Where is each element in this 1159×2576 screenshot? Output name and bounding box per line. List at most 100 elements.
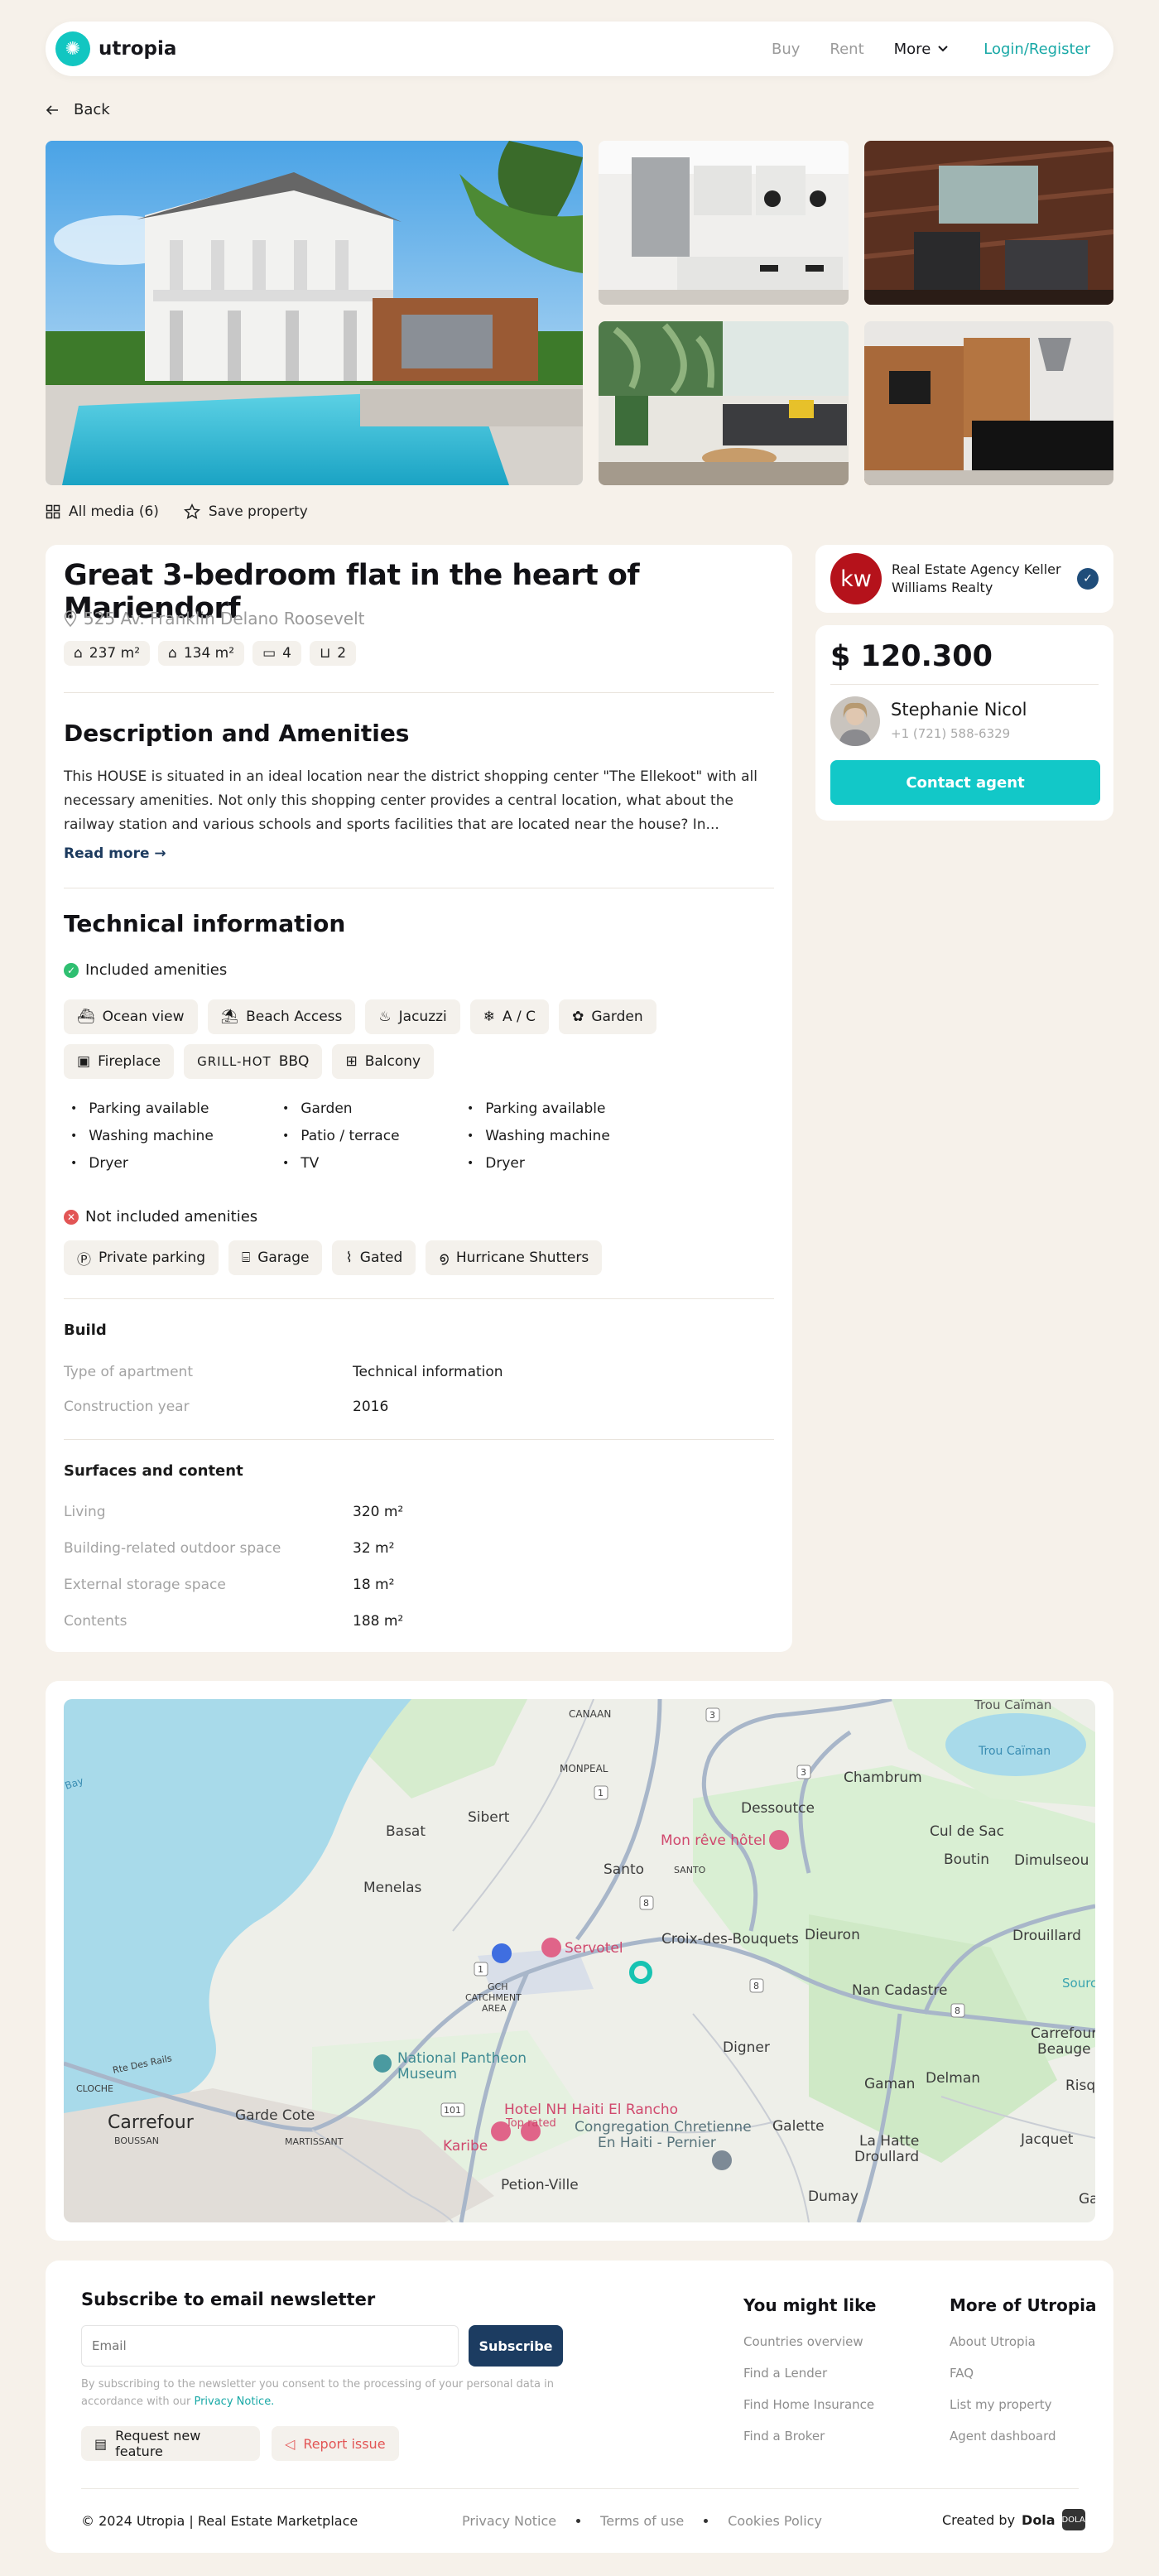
login-register-link[interactable]: Login/Register [983,41,1090,58]
svg-text:Carrefour: Carrefour [1031,2025,1095,2042]
footer-link[interactable]: Countries overview [743,2334,876,2366]
svg-text:BOUSSAN: BOUSSAN [114,2135,159,2146]
svg-text:Hotel NH Haiti El Rancho: Hotel NH Haiti El Rancho [504,2102,678,2118]
divider [64,692,774,693]
svg-text:Boutin: Boutin [944,1851,989,1868]
footer-link[interactable]: Find Home Insurance [743,2397,876,2429]
photo-living-room-wood[interactable] [864,141,1113,305]
svg-text:Cul de Sac: Cul de Sac [930,1823,1004,1840]
terms-of-use-link[interactable]: Terms of use [600,2513,684,2529]
property-address: 525 Av. Franklin Delano Roosevelt [64,609,365,628]
top-navigation-bar: ✺ utropia Buy Rent More Login/Register [46,22,1113,76]
svg-text:Mon rêve hôtel: Mon rêve hôtel [661,1832,766,1849]
list-item: Dryer [460,1152,709,1174]
arrow-right-icon: → [154,845,166,862]
newsletter-consent-note: By subscribing to the newsletter you con… [81,2378,554,2408]
list-item: Dryer [64,1152,276,1174]
footer-link[interactable]: Find a Broker [743,2429,876,2460]
footer-link[interactable]: About Utropia [950,2334,1097,2366]
svg-text:Gaman: Gaman [864,2076,915,2092]
photo-kitchen-white[interactable] [599,141,849,305]
divider [64,1439,774,1440]
svg-text:3: 3 [709,1710,715,1721]
agency-logo: kw [830,553,882,604]
svg-text:8: 8 [753,1981,759,1991]
property-price: $ 120.300 [830,640,993,673]
agency-card[interactable]: kw Real Estate Agency Keller Williams Re… [815,545,1113,613]
logo-text: utropia [99,38,177,60]
cookies-policy-link[interactable]: Cookies Policy [728,2513,822,2529]
property-stats: ⌂ 237 m² ⌂ 134 m² ▭ 4 ⊔ 2 [64,641,357,666]
stat-lot-size: ⌂ 237 m² [64,641,151,666]
list-item: Parking available [64,1097,276,1119]
garage-icon: ⌸ [242,1249,251,1266]
svg-text:8: 8 [643,1898,649,1909]
stat-bedrooms: ▭ 4 [252,641,301,666]
svg-text:Trou Caïman: Trou Caïman [974,1699,1051,1712]
photo-house-exterior[interactable] [46,141,583,485]
svg-text:Croix-des-Bouquets: Croix-des-Bouquets [661,1931,799,1948]
amenity-private-parking: Ⓟ Private parking [64,1240,219,1275]
svg-text:Santo: Santo [604,1861,644,1878]
balcony-icon: ⊞ [345,1053,358,1070]
footer-link[interactable]: Agent dashboard [950,2429,1097,2460]
dola-logo-icon: DOLA [1061,2509,1085,2530]
amenity-ocean-view: ⛴ Ocean view [64,999,198,1034]
report-issue-button[interactable]: ◁ Report issue [272,2426,399,2461]
save-property-button[interactable]: Save property [183,503,308,520]
x-circle-icon: ✕ [64,1209,79,1225]
svg-text:GCH: GCH [488,1981,507,1992]
svg-text:CANAAN: CANAAN [569,1708,611,1720]
star-icon [183,503,200,520]
logo[interactable]: ✺ utropia [55,31,176,66]
svg-text:Digner: Digner [723,2039,770,2056]
contact-agent-button[interactable]: Contact agent [830,760,1100,805]
footer-link[interactable]: List my property [950,2397,1097,2429]
svg-text:Carrefour: Carrefour [108,2112,195,2133]
included-amenities-heading: ✓ Included amenities [64,961,227,979]
all-media-button[interactable]: All media (6) [46,503,159,520]
footer-link[interactable]: FAQ [950,2366,1097,2397]
air-conditioner-icon: ❄ [483,1009,496,1025]
privacy-notice-link[interactable]: Privacy Notice. [194,2395,274,2408]
svg-text:Risq: Risq [1065,2078,1095,2094]
read-more-link[interactable]: Read more → [64,845,166,862]
subscribe-button[interactable]: Subscribe [469,2325,563,2367]
location-map[interactable]: 3 3 1 8 8 8 1 101 Trou Caïman Trou Caïma… [64,1699,1095,2222]
photo-gallery [46,141,1113,485]
svg-text:Beauge: Beauge [1037,2041,1091,2058]
palm-logo-icon: ✺ [55,31,90,66]
divider [64,1298,774,1299]
svg-text:En Haiti - Pernier: En Haiti - Pernier [598,2135,716,2151]
svg-text:Nan Cadastre: Nan Cadastre [852,1982,947,1999]
gate-icon: ⌇ [345,1249,353,1266]
verified-badge-icon: ✓ [1077,568,1099,590]
back-link[interactable]: Back [46,101,110,118]
check-circle-icon: ✓ [64,962,79,978]
request-feature-button[interactable]: ▤ Request new feature [81,2426,260,2461]
hurricane-icon: ൭ [439,1249,449,1266]
nav-rent[interactable]: Rent [830,41,863,58]
newsletter-title: Subscribe to email newsletter [81,2290,376,2309]
privacy-notice-footer-link[interactable]: Privacy Notice [462,2513,556,2529]
email-input[interactable] [81,2325,459,2367]
svg-text:Galette: Galette [772,2118,825,2135]
svg-text:Basat: Basat [386,1823,426,1840]
agent-name: Stephanie Nicol [891,700,1027,720]
nav-more-dropdown[interactable]: More [894,41,950,58]
svg-text:Museum: Museum [397,2066,457,2082]
svg-text:Sibert: Sibert [468,1809,510,1826]
footer-link[interactable]: Find a Lender [743,2366,876,2397]
photo-kitchen-dark[interactable] [864,321,1113,485]
footer-column-more-of-utropia: More of Utropia About Utropia FAQ List m… [950,2295,1097,2460]
svg-text:MARTISSANT: MARTISSANT [285,2136,344,2147]
photo-living-room-plants[interactable] [599,321,849,485]
svg-text:Dumay: Dumay [808,2188,858,2205]
svg-text:Petion-Ville: Petion-Ville [501,2177,579,2193]
created-by[interactable]: Created by Dola DOLA [942,2509,1085,2530]
nav-buy[interactable]: Buy [772,41,800,58]
arrow-left-icon [46,104,58,115]
back-label: Back [74,101,110,118]
svg-text:1: 1 [598,1788,604,1798]
svg-text:Dieuron: Dieuron [805,1927,860,1943]
